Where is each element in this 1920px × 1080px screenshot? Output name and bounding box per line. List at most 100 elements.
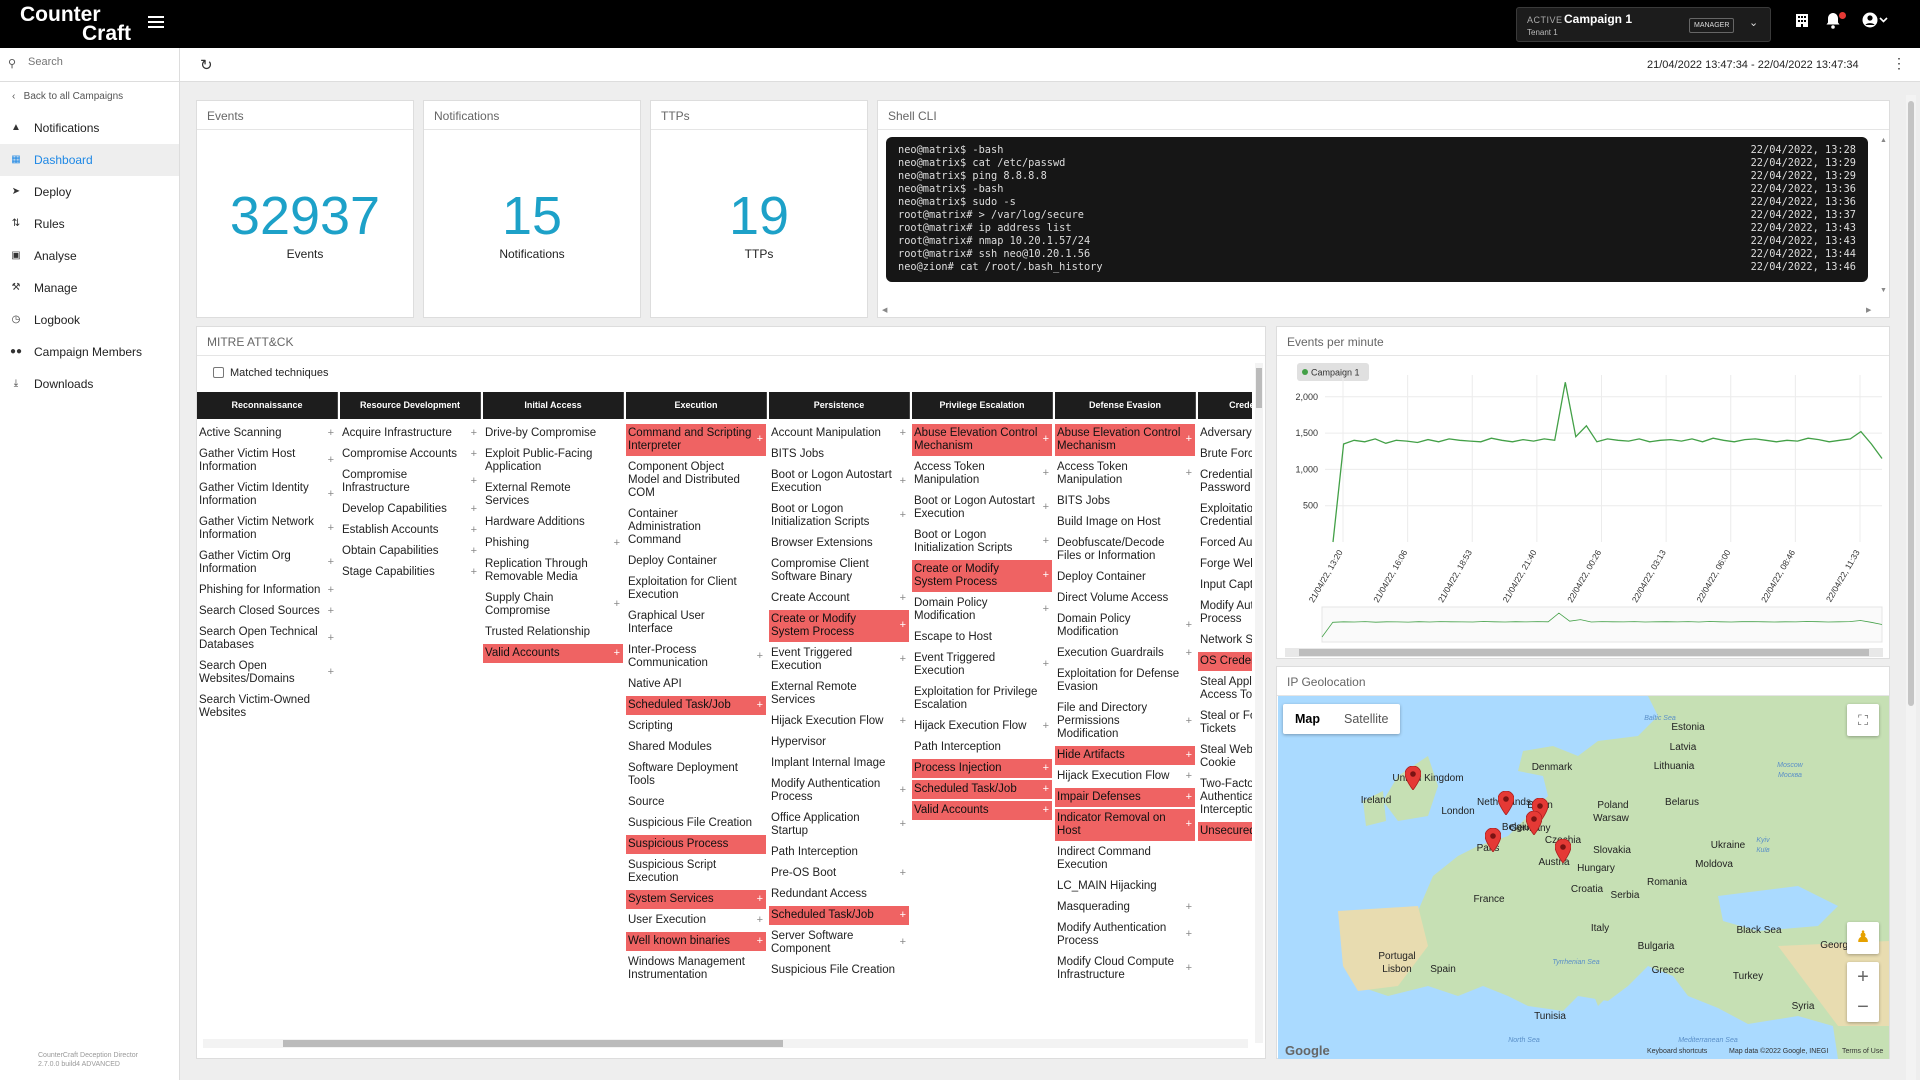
expand-icon[interactable]: + [1043, 804, 1049, 817]
expand-icon[interactable]: + [900, 784, 906, 797]
expand-icon[interactable]: + [900, 475, 906, 488]
mitre-technique[interactable]: Suspicious Script Execution [626, 856, 766, 888]
expand-icon[interactable]: + [471, 566, 477, 579]
expand-icon[interactable]: + [328, 666, 334, 679]
scroll-right-icon[interactable]: ▶ [1866, 306, 1871, 314]
expand-icon[interactable]: + [328, 454, 334, 467]
mitre-technique[interactable]: Search Open Technical Databases + [197, 623, 337, 655]
mitre-technique[interactable]: Exploitation for Defense Evasion [1055, 665, 1195, 697]
expand-icon[interactable]: + [900, 509, 906, 522]
refresh-icon[interactable]: ↻ [200, 56, 213, 74]
expand-icon[interactable]: + [328, 488, 334, 501]
mitre-technique[interactable]: File and Directory Permissions Modificat… [1055, 699, 1195, 744]
expand-icon[interactable]: + [471, 503, 477, 516]
fullscreen-icon[interactable]: ⛶ [1847, 704, 1879, 736]
location-pin-icon[interactable] [1485, 828, 1501, 852]
mitre-technique[interactable]: Deobfuscate/Decode Files or Information [1055, 534, 1195, 566]
mitre-technique[interactable]: Boot or Logon Initialization Scripts + [912, 526, 1052, 558]
mitre-technique[interactable]: Gather Victim Org Information + [197, 547, 337, 579]
mitre-technique[interactable]: Masquerading + [1055, 898, 1195, 917]
mitre-technique-matched[interactable]: Impair Defenses + [1055, 788, 1195, 807]
expand-icon[interactable]: + [614, 537, 620, 550]
mitre-technique[interactable]: Exploitation for Client Execution [626, 573, 766, 605]
mitre-technique[interactable]: Phishing for Information + [197, 581, 337, 600]
mitre-technique[interactable]: Access Token Manipulation + [1055, 458, 1195, 490]
mitre-technique[interactable]: Hijack Execution Flow + [769, 712, 909, 731]
mitre-technique[interactable]: Gather Victim Identity Information + [197, 479, 337, 511]
mitre-technique[interactable]: Path Interception [912, 738, 1052, 757]
mitre-technique[interactable]: Obtain Capabilities + [340, 542, 480, 561]
mitre-technique[interactable]: Drive-by Compromise [483, 424, 623, 443]
terms-link[interactable]: Terms of Use [1842, 1048, 1883, 1055]
expand-icon[interactable]: + [1186, 770, 1192, 783]
sidebar-item-downloads[interactable]: ⤓ Downloads [0, 368, 179, 400]
mitre-technique[interactable]: Modify Cloud Compute Infrastructure + [1055, 953, 1195, 985]
mitre-technique[interactable]: Establish Accounts + [340, 521, 480, 540]
sidebar-item-manage[interactable]: ⚒ Manage [0, 272, 179, 304]
mitre-column-header[interactable]: Execution [626, 392, 767, 419]
expand-icon[interactable]: + [900, 936, 906, 949]
mitre-technique[interactable]: Implant Internal Image [769, 754, 909, 773]
mitre-technique[interactable]: Container Administration Command [626, 505, 766, 550]
zoom-in-icon[interactable]: + [1847, 962, 1879, 992]
mitre-technique-matched[interactable]: Abuse Elevation Control Mechanism + [1055, 424, 1195, 456]
mitre-technique[interactable]: BITS Jobs [769, 445, 909, 464]
mitre-column-header[interactable]: Reconnaissance [197, 392, 338, 419]
mitre-technique[interactable]: Deploy Container [1055, 568, 1195, 587]
mitre-technique[interactable]: Event Triggered Execution + [912, 649, 1052, 681]
mitre-column-header[interactable]: Credential Access [1198, 392, 1252, 419]
mitre-technique[interactable]: Search Open Websites/Domains + [197, 657, 337, 689]
expand-icon[interactable]: + [1043, 535, 1049, 548]
mitre-technique[interactable]: Windows Management Instrumentation [626, 953, 766, 985]
expand-icon[interactable]: + [900, 715, 906, 728]
mitre-technique[interactable]: Acquire Infrastructure + [340, 424, 480, 443]
mitre-technique[interactable]: Gather Victim Network Information + [197, 513, 337, 545]
mitre-technique[interactable]: Network Sniffing [1198, 631, 1252, 650]
expand-icon[interactable]: + [1186, 467, 1192, 480]
expand-icon[interactable]: + [1043, 603, 1049, 616]
expand-icon[interactable]: + [1186, 818, 1192, 831]
mitre-technique-matched[interactable]: Command and Scripting Interpreter + [626, 424, 766, 456]
mitre-technique[interactable]: Create Account + [769, 589, 909, 608]
expand-icon[interactable]: + [471, 427, 477, 440]
mitre-technique[interactable]: Access Token Manipulation + [912, 458, 1052, 490]
mitre-technique[interactable]: Search Victim-Owned Websites [197, 691, 337, 723]
expand-icon[interactable]: + [900, 909, 906, 922]
location-pin-icon[interactable] [1555, 839, 1571, 863]
mitre-technique[interactable]: Exploit Public-Facing Application [483, 445, 623, 477]
building-icon[interactable] [1794, 12, 1810, 33]
expand-icon[interactable]: + [471, 524, 477, 537]
street-view-icon[interactable]: ♟ [1847, 922, 1879, 954]
mitre-technique[interactable]: Exploitation for Credential Access [1198, 500, 1252, 532]
mitre-technique[interactable]: Compromise Infrastructure + [340, 466, 480, 498]
expand-icon[interactable]: + [614, 647, 620, 660]
expand-icon[interactable]: + [1186, 928, 1192, 941]
expand-icon[interactable]: + [757, 650, 763, 663]
location-pin-icon[interactable] [1526, 811, 1542, 835]
scrollbar-thumb[interactable] [283, 1040, 783, 1047]
mitre-technique[interactable]: Replication Through Removable Media [483, 555, 623, 587]
expand-icon[interactable]: + [1043, 658, 1049, 671]
expand-icon[interactable]: + [757, 893, 763, 906]
sidebar-item-dashboard[interactable]: ▦ Dashboard [0, 144, 179, 176]
mitre-technique[interactable]: Supply Chain Compromise + [483, 589, 623, 621]
expand-icon[interactable]: + [900, 653, 906, 666]
search-input[interactable] [28, 56, 168, 68]
expand-icon[interactable]: + [328, 605, 334, 618]
page-scrollbar[interactable] [1906, 95, 1916, 1080]
mitre-technique[interactable]: Adversary-in-the-Middle [1198, 424, 1252, 443]
keyboard-shortcuts-link[interactable]: Keyboard shortcuts [1647, 1048, 1707, 1055]
mitre-technique[interactable]: User Execution + [626, 911, 766, 930]
mitre-technique[interactable]: Stage Capabilities + [340, 563, 480, 582]
mitre-column-header[interactable]: Resource Development [340, 392, 481, 419]
mitre-technique[interactable]: Component Object Model and Distributed C… [626, 458, 766, 503]
mitre-technique[interactable]: Search Closed Sources + [197, 602, 337, 621]
expand-icon[interactable]: + [1186, 433, 1192, 446]
mitre-column-header[interactable]: Persistence [769, 392, 910, 419]
expand-icon[interactable]: + [1043, 501, 1049, 514]
mitre-column-header[interactable]: Defense Evasion [1055, 392, 1196, 419]
sidebar-item-campaign-members[interactable]: ●● Campaign Members [0, 336, 179, 368]
expand-icon[interactable]: + [1186, 962, 1192, 975]
expand-icon[interactable]: + [757, 914, 763, 927]
mitre-technique[interactable]: Hypervisor [769, 733, 909, 752]
